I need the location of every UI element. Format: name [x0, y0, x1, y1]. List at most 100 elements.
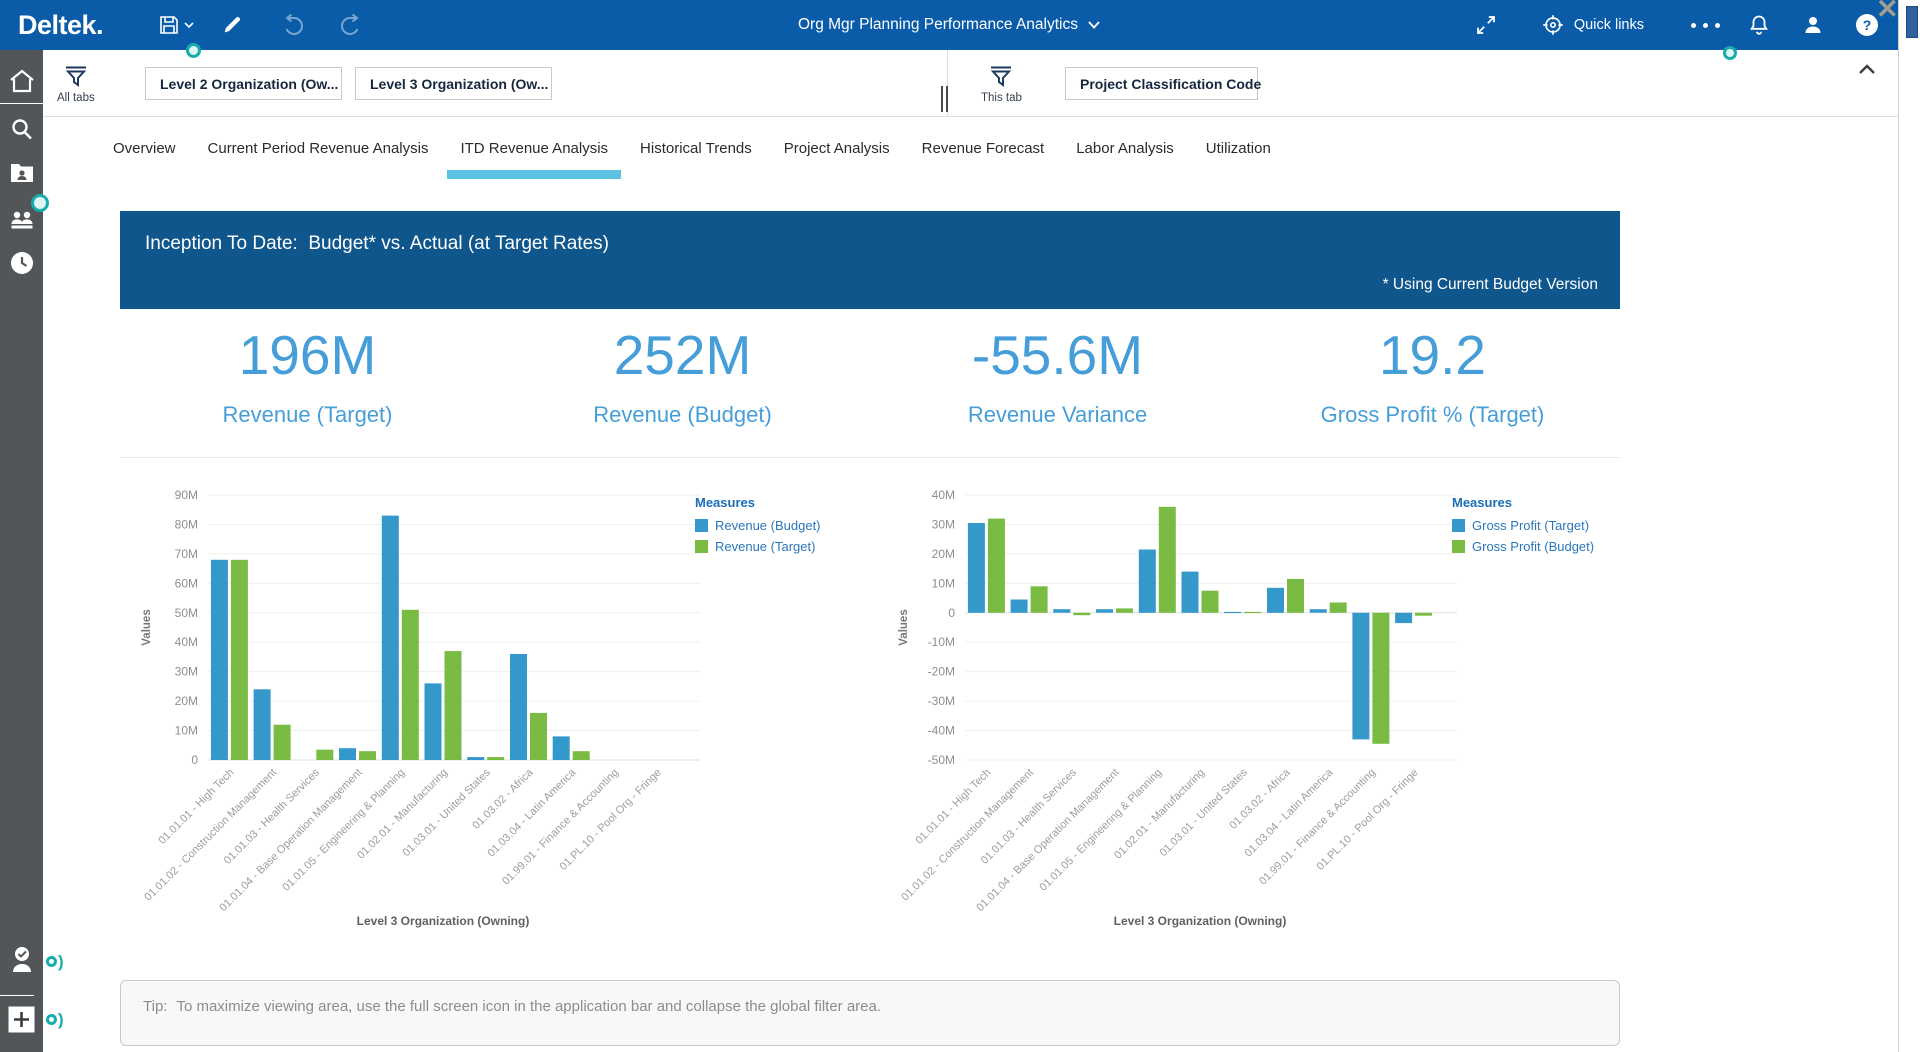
collapse-filter-button[interactable]	[1858, 62, 1876, 80]
tab-itd-revenue-analysis[interactable]: ITD Revenue Analysis	[447, 117, 621, 180]
legend-swatch-icon	[695, 540, 708, 553]
bar-gross-profit-budget-[interactable]	[1202, 591, 1219, 613]
bar-revenue-target-[interactable]	[316, 750, 333, 760]
kpi-revenue-variance: -55.6M Revenue Variance	[870, 322, 1245, 457]
filter-splitter-handle[interactable]	[941, 86, 948, 112]
legend-label: Gross Profit (Target)	[1472, 518, 1589, 533]
bar-gross-profit-target-[interactable]	[1182, 572, 1199, 613]
bar-gross-profit-budget-[interactable]	[1159, 507, 1176, 613]
bar-gross-profit-budget-[interactable]	[1287, 579, 1304, 613]
y-tick-label: 40M	[932, 488, 955, 502]
bar-revenue-budget-[interactable]	[467, 757, 484, 760]
sidebar-user-folder-button[interactable]	[0, 162, 43, 183]
bar-revenue-budget-[interactable]	[553, 736, 570, 760]
bar-gross-profit-target-[interactable]	[1053, 609, 1070, 613]
kpi-revenue-target: 196M Revenue (Target)	[120, 322, 495, 457]
bar-gross-profit-target-[interactable]	[1139, 550, 1156, 613]
gross-profit-bar-chart[interactable]: 40M30M20M10M0-10M-20M-30M-40M-50MValues0…	[877, 465, 1632, 970]
bar-revenue-target-[interactable]	[573, 751, 590, 760]
tab-project-analysis[interactable]: Project Analysis	[771, 117, 903, 180]
legend-swatch-icon	[695, 519, 708, 532]
section-banner: Inception To Date: Budget* vs. Actual (a…	[120, 211, 1620, 309]
global-filter-bar: All tabs Level 2 Organization (Ow... Lev…	[43, 50, 1898, 117]
bar-gross-profit-budget-[interactable]	[1330, 603, 1347, 613]
scrollbar-thumb[interactable]	[1906, 6, 1918, 38]
charts-row: 90M80M70M60M50M40M30M20M10M0Values01.01.…	[120, 465, 1680, 970]
sidebar-add-button[interactable]	[0, 1006, 43, 1033]
bar-revenue-target-[interactable]	[487, 757, 504, 760]
coachmark-user-check[interactable]: )	[46, 953, 64, 970]
bar-revenue-budget-[interactable]	[254, 689, 271, 760]
bar-gross-profit-budget-[interactable]	[1415, 613, 1432, 616]
tab-revenue-forecast[interactable]: Revenue Forecast	[909, 117, 1058, 180]
bar-gross-profit-budget-[interactable]	[1031, 586, 1048, 613]
revenue-bar-chart[interactable]: 90M80M70M60M50M40M30M20M10M0Values01.01.…	[120, 465, 875, 970]
bar-revenue-target-[interactable]	[530, 713, 547, 760]
bar-revenue-target-[interactable]	[445, 651, 462, 760]
legend-swatch-icon	[1452, 540, 1465, 553]
account-button[interactable]	[1796, 8, 1830, 42]
gross-profit-bar-chart-canvas[interactable]: 40M30M20M10M0-10M-20M-30M-40M-50MValues0…	[877, 465, 1467, 945]
sidebar-home-button[interactable]	[0, 68, 43, 94]
bar-gross-profit-target-[interactable]	[1310, 609, 1327, 613]
bar-gross-profit-target-[interactable]	[968, 523, 985, 613]
bar-revenue-budget-[interactable]	[425, 683, 442, 760]
tab-utilization[interactable]: Utilization	[1193, 117, 1284, 180]
legend-item[interactable]: Revenue (Target)	[695, 539, 870, 554]
filter-level2-org-button[interactable]: Level 2 Organization (Ow...	[145, 67, 342, 100]
bar-revenue-target-[interactable]	[274, 725, 291, 760]
coachmark-more[interactable]	[1723, 46, 1737, 60]
close-icon[interactable]: ✕	[1876, 0, 1899, 25]
sidebar-clock-button[interactable]	[0, 250, 43, 276]
tab-current-period-revenue-analysis[interactable]: Current Period Revenue Analysis	[195, 117, 442, 180]
coachmark-edit[interactable]	[186, 43, 201, 58]
scrollbar-track[interactable]	[1898, 0, 1920, 1052]
all-tabs-filter-button[interactable]: All tabs	[57, 64, 95, 104]
sidebar-user-check-button[interactable]	[0, 946, 43, 978]
y-tick-label: 30M	[175, 665, 198, 679]
kpi-row: 196M Revenue (Target) 252M Revenue (Budg…	[120, 322, 1620, 458]
bar-revenue-budget-[interactable]	[382, 516, 399, 760]
bar-revenue-budget-[interactable]	[510, 654, 527, 760]
x-axis-title: Level 3 Organization (Owning)	[1114, 914, 1287, 928]
bar-gross-profit-budget-[interactable]	[1372, 613, 1389, 744]
more-options-button[interactable]	[1688, 8, 1722, 42]
bar-gross-profit-budget-[interactable]	[1073, 613, 1090, 615]
bar-revenue-target-[interactable]	[359, 751, 376, 760]
legend-item[interactable]: Revenue (Budget)	[695, 518, 870, 533]
tab-overview[interactable]: Overview	[100, 117, 189, 180]
bar-gross-profit-target-[interactable]	[1352, 613, 1369, 740]
bar-gross-profit-target-[interactable]	[1011, 600, 1028, 613]
legend-item[interactable]: Gross Profit (Target)	[1452, 518, 1627, 533]
revenue-bar-chart-canvas[interactable]: 90M80M70M60M50M40M30M20M10M0Values01.01.…	[120, 465, 710, 945]
sidebar-search-button[interactable]	[0, 116, 43, 142]
bar-revenue-budget-[interactable]	[339, 748, 356, 760]
filter-project-classification-button[interactable]: Project Classification Code	[1065, 67, 1258, 100]
coachmark-add[interactable]: )	[46, 1011, 64, 1028]
notifications-button[interactable]	[1742, 8, 1776, 42]
bar-revenue-target-[interactable]	[402, 610, 419, 760]
y-tick-label: -20M	[928, 665, 955, 679]
tab-historical-trends[interactable]: Historical Trends	[627, 117, 765, 180]
bar-revenue-target-[interactable]	[231, 560, 248, 760]
bar-revenue-budget-[interactable]	[211, 560, 228, 760]
legend-swatch-icon	[1452, 519, 1465, 532]
page-title: Org Mgr Planning Performance Analytics	[798, 16, 1078, 34]
bar-gross-profit-target-[interactable]	[1096, 609, 1113, 613]
sidebar-contacts-button[interactable]	[0, 210, 43, 230]
fullscreen-button[interactable]	[1469, 8, 1503, 42]
y-tick-label: 80M	[175, 517, 198, 531]
bar-gross-profit-budget-[interactable]	[988, 519, 1005, 613]
quick-links-button[interactable]: Quick links	[1541, 13, 1644, 37]
this-tab-filter-button[interactable]: This tab	[981, 64, 1022, 104]
bar-gross-profit-target-[interactable]	[1224, 612, 1241, 613]
chart-legend: MeasuresGross Profit (Target)Gross Profi…	[1452, 495, 1627, 560]
bar-gross-profit-budget-[interactable]	[1116, 608, 1133, 612]
filter-level3-org-button[interactable]: Level 3 Organization (Ow...	[355, 67, 552, 100]
bar-gross-profit-budget-[interactable]	[1244, 612, 1261, 613]
tab-labor-analysis[interactable]: Labor Analysis	[1063, 117, 1187, 180]
coachmark-sidebar[interactable]	[31, 194, 49, 212]
bar-gross-profit-target-[interactable]	[1267, 588, 1284, 613]
legend-item[interactable]: Gross Profit (Budget)	[1452, 539, 1627, 554]
bar-gross-profit-target-[interactable]	[1395, 613, 1412, 623]
